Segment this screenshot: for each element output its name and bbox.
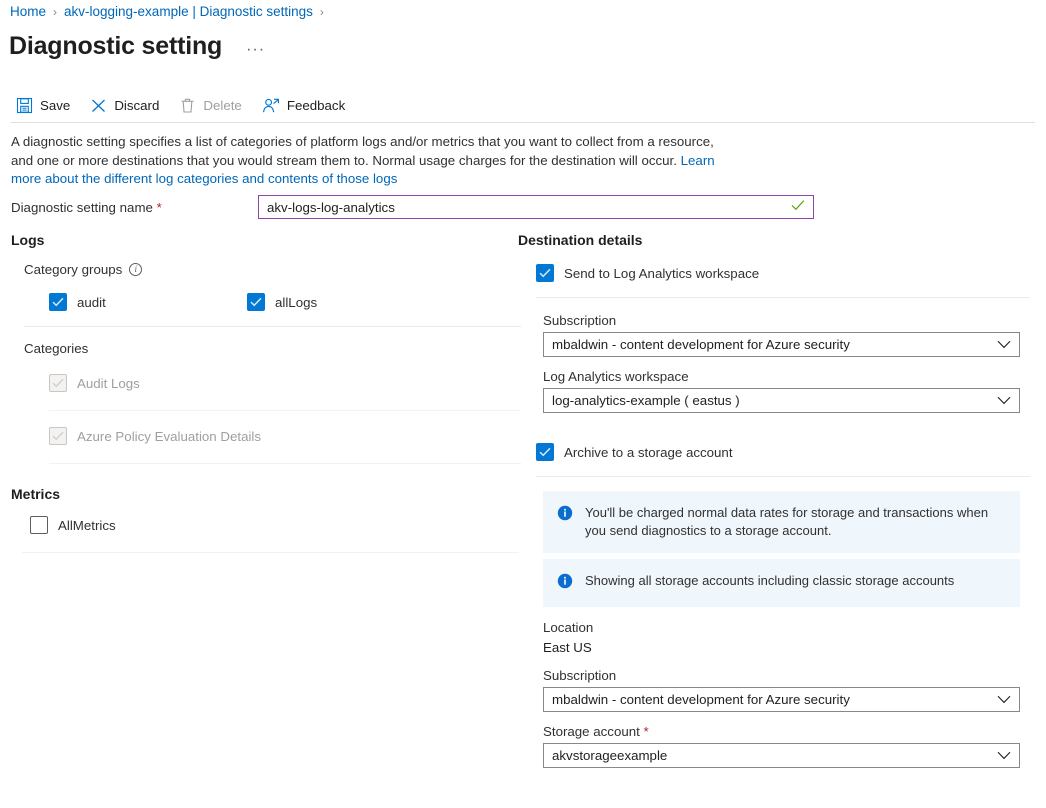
- divider-metrics: [22, 552, 519, 553]
- more-options-button[interactable]: ···: [240, 40, 271, 60]
- breadcrumb-chevron-icon-2: ›: [320, 3, 324, 21]
- subscription-label-la: Subscription: [543, 313, 1030, 328]
- divider-category-groups: [24, 326, 521, 327]
- location-label: Location: [543, 620, 1030, 635]
- diagnostic-setting-name-field-wrap: [258, 195, 814, 219]
- feedback-button[interactable]: Feedback: [260, 95, 355, 116]
- divider-log-analytics: [536, 297, 1030, 298]
- checkbox-allmetrics[interactable]: [30, 516, 48, 534]
- destination-details-title: Destination details: [518, 232, 1030, 248]
- divider-storage: [536, 476, 1030, 477]
- info-circle-icon: [557, 505, 573, 526]
- log-analytics-workspace-value: log-analytics-example ( eastus ): [552, 393, 740, 408]
- trash-icon: [179, 97, 196, 114]
- feedback-label: Feedback: [287, 98, 345, 113]
- storage-account-label: Storage account *: [543, 724, 1030, 739]
- checkbox-label-alllogs: allLogs: [275, 295, 317, 310]
- chevron-down-icon: [997, 692, 1011, 707]
- save-label: Save: [40, 98, 70, 113]
- required-asterisk: *: [157, 200, 162, 215]
- breadcrumb-item-home[interactable]: Home: [10, 3, 46, 21]
- diagnostic-setting-name-input[interactable]: [259, 196, 813, 218]
- category-groups-label-row: Category groups i: [24, 262, 521, 277]
- page-title: Diagnostic setting: [9, 30, 222, 62]
- breadcrumb: Home › akv-logging-example | Diagnostic …: [10, 3, 331, 21]
- checkbox-row-send-log-analytics[interactable]: Send to Log Analytics workspace: [536, 264, 1030, 282]
- diagnostic-setting-name-row: Diagnostic setting name *: [11, 195, 814, 219]
- checkbox-row-audit-logs: Audit Logs: [49, 374, 521, 392]
- checkbox-send-log-analytics[interactable]: [536, 264, 554, 282]
- breadcrumb-chevron-icon: ›: [53, 3, 57, 21]
- feedback-person-icon: [262, 97, 280, 114]
- description-text: A diagnostic setting specifies a list of…: [11, 133, 723, 189]
- checkbox-label-azure-policy: Azure Policy Evaluation Details: [77, 429, 261, 444]
- diagnostic-setting-name-label: Diagnostic setting name *: [11, 200, 258, 215]
- storage-charge-banner-text: You'll be charged normal data rates for …: [585, 504, 1004, 540]
- command-bar: Save Discard Delete: [14, 92, 363, 118]
- log-analytics-workspace-dropdown[interactable]: log-analytics-example ( eastus ): [543, 388, 1020, 413]
- logs-column: Logs Category groups i audit allLogs: [11, 232, 521, 553]
- storage-account-value: akvstorageexample: [552, 748, 667, 763]
- log-analytics-workspace-label: Log Analytics workspace: [543, 369, 1030, 384]
- location-value: East US: [543, 640, 1030, 655]
- chevron-down-icon: [997, 393, 1011, 408]
- logs-section-title: Logs: [11, 232, 521, 248]
- delete-label: Delete: [203, 98, 241, 113]
- checkbox-audit[interactable]: [49, 293, 67, 311]
- save-button[interactable]: Save: [14, 95, 80, 116]
- subscription-value-storage: mbaldwin - content development for Azure…: [552, 692, 850, 707]
- required-asterisk-storage: *: [644, 724, 649, 739]
- title-row: Diagnostic setting ···: [9, 30, 271, 62]
- divider-category-2: [49, 463, 521, 464]
- checkbox-row-alllogs[interactable]: allLogs: [247, 293, 445, 311]
- checkbox-label-allmetrics: AllMetrics: [58, 518, 116, 533]
- checkbox-azure-policy: [49, 427, 67, 445]
- checkbox-row-archive-storage[interactable]: Archive to a storage account: [536, 443, 1030, 461]
- subscription-value-la: mbaldwin - content development for Azure…: [552, 337, 850, 352]
- discard-label: Discard: [114, 98, 159, 113]
- checkbox-row-azure-policy: Azure Policy Evaluation Details: [49, 427, 521, 445]
- storage-showing-banner: Showing all storage accounts including c…: [543, 559, 1020, 607]
- metrics-section-title: Metrics: [11, 486, 521, 502]
- subscription-dropdown-storage[interactable]: mbaldwin - content development for Azure…: [543, 687, 1020, 712]
- storage-charge-banner: You'll be charged normal data rates for …: [543, 491, 1020, 553]
- checkbox-label-audit-logs: Audit Logs: [77, 376, 140, 391]
- destination-details-column: Destination details Send to Log Analytic…: [518, 232, 1030, 768]
- breadcrumb-item-resource[interactable]: akv-logging-example | Diagnostic setting…: [64, 3, 313, 21]
- save-icon: [16, 97, 33, 114]
- divider-category-1: [49, 410, 521, 411]
- checkbox-row-allmetrics[interactable]: AllMetrics: [30, 516, 521, 534]
- command-bar-divider: [11, 122, 1035, 123]
- info-icon[interactable]: i: [129, 263, 142, 276]
- checkbox-audit-logs: [49, 374, 67, 392]
- storage-account-label-text: Storage account: [543, 724, 644, 739]
- close-icon: [90, 97, 107, 114]
- delete-button: Delete: [177, 95, 251, 116]
- description-body: A diagnostic setting specifies a list of…: [11, 134, 714, 168]
- name-label-text: Diagnostic setting name: [11, 200, 157, 215]
- checkbox-archive-storage[interactable]: [536, 443, 554, 461]
- checkbox-label-archive-storage: Archive to a storage account: [564, 445, 733, 460]
- subscription-dropdown-la[interactable]: mbaldwin - content development for Azure…: [543, 332, 1020, 357]
- discard-button[interactable]: Discard: [88, 95, 169, 116]
- checkbox-alllogs[interactable]: [247, 293, 265, 311]
- info-circle-icon: [557, 573, 573, 594]
- chevron-down-icon: [997, 337, 1011, 352]
- checkbox-label-audit: audit: [77, 295, 106, 310]
- categories-label: Categories: [24, 341, 521, 356]
- checkbox-row-audit[interactable]: audit: [49, 293, 247, 311]
- category-groups-label: Category groups: [24, 262, 122, 277]
- category-groups-list: audit allLogs: [24, 293, 521, 311]
- diagnostic-setting-page: Home › akv-logging-example | Diagnostic …: [0, 0, 1046, 808]
- chevron-down-icon: [997, 748, 1011, 763]
- storage-showing-banner-text: Showing all storage accounts including c…: [585, 572, 954, 590]
- storage-account-dropdown[interactable]: akvstorageexample: [543, 743, 1020, 768]
- subscription-label-storage: Subscription: [543, 668, 1030, 683]
- checkbox-label-send-log-analytics: Send to Log Analytics workspace: [564, 266, 759, 281]
